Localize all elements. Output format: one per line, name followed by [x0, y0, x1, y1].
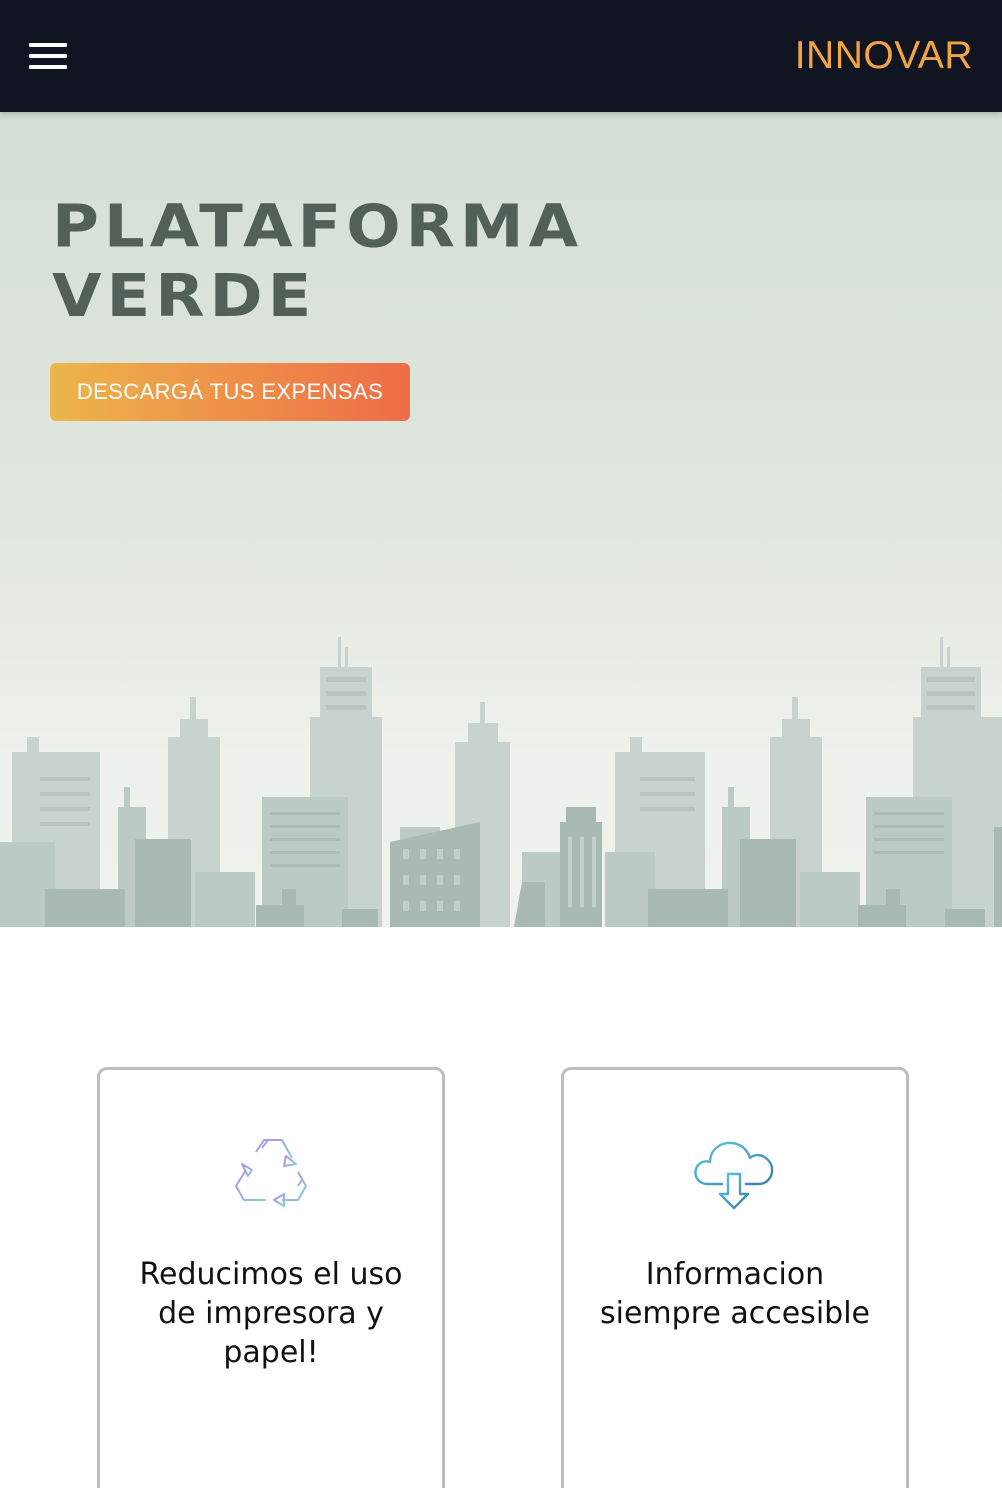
cloud-download-icon: [694, 1141, 774, 1210]
brand-logo-link[interactable]: INNOVAR: [795, 32, 973, 80]
download-expenses-button[interactable]: DESCARGÁ TUS EXPENSAS: [50, 363, 410, 421]
city-skyline-illustration: [0, 637, 1002, 927]
top-navbar: INNOVAR: [0, 0, 1002, 112]
hero-title-line-1: PLATAFORMA: [52, 192, 584, 261]
page: INNOVAR PLATAFORMA VERDE DESCARGÁ TUS EX…: [0, 0, 1002, 1488]
hamburger-menu-icon[interactable]: [29, 43, 67, 69]
hero-title-line-2: VERDE: [52, 262, 317, 331]
feature-card-recycle: Reducimos el uso de impresora y papel!: [97, 1067, 445, 1488]
feature-text-cloud: Informacion siempre accesible: [600, 1257, 870, 1331]
feature-card-cloud: Informacion siempre accesible: [561, 1067, 909, 1488]
hero-section: PLATAFORMA VERDE DESCARGÁ TUS EXPENSAS: [0, 112, 1002, 927]
recycle-icon: [235, 1139, 307, 1207]
feature-text-recycle: Reducimos el uso de impresora y papel!: [139, 1257, 403, 1370]
hero-title: PLATAFORMA VERDE: [52, 192, 583, 332]
